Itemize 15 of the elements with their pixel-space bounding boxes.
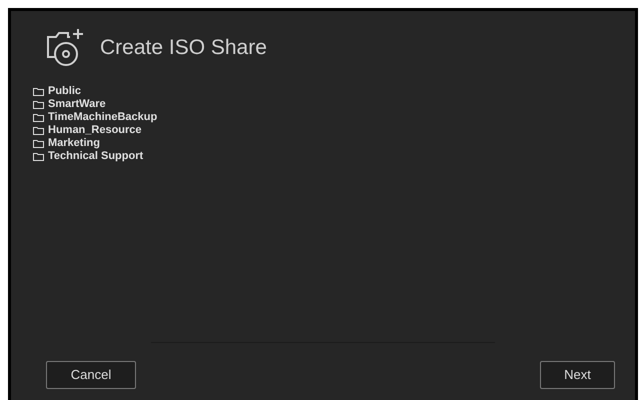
cancel-button[interactable]: Cancel: [46, 361, 136, 389]
dialog-title: Create ISO Share: [100, 35, 267, 62]
next-button[interactable]: Next: [540, 361, 615, 389]
share-name[interactable]: Human_Resource: [48, 124, 142, 137]
share-name[interactable]: TimeMachineBackup: [48, 111, 158, 124]
folder-icon: [33, 126, 44, 135]
folder-icon: [33, 113, 44, 122]
folder-icon: [33, 152, 44, 161]
folder-icon: [33, 100, 44, 109]
folder-icon: [33, 87, 44, 96]
folder-icon: [33, 139, 44, 148]
share-name[interactable]: Public: [48, 85, 82, 98]
share-name[interactable]: Technical Support: [48, 150, 144, 163]
share-name[interactable]: SmartWare: [48, 98, 106, 111]
share-name[interactable]: Marketing: [48, 137, 100, 150]
